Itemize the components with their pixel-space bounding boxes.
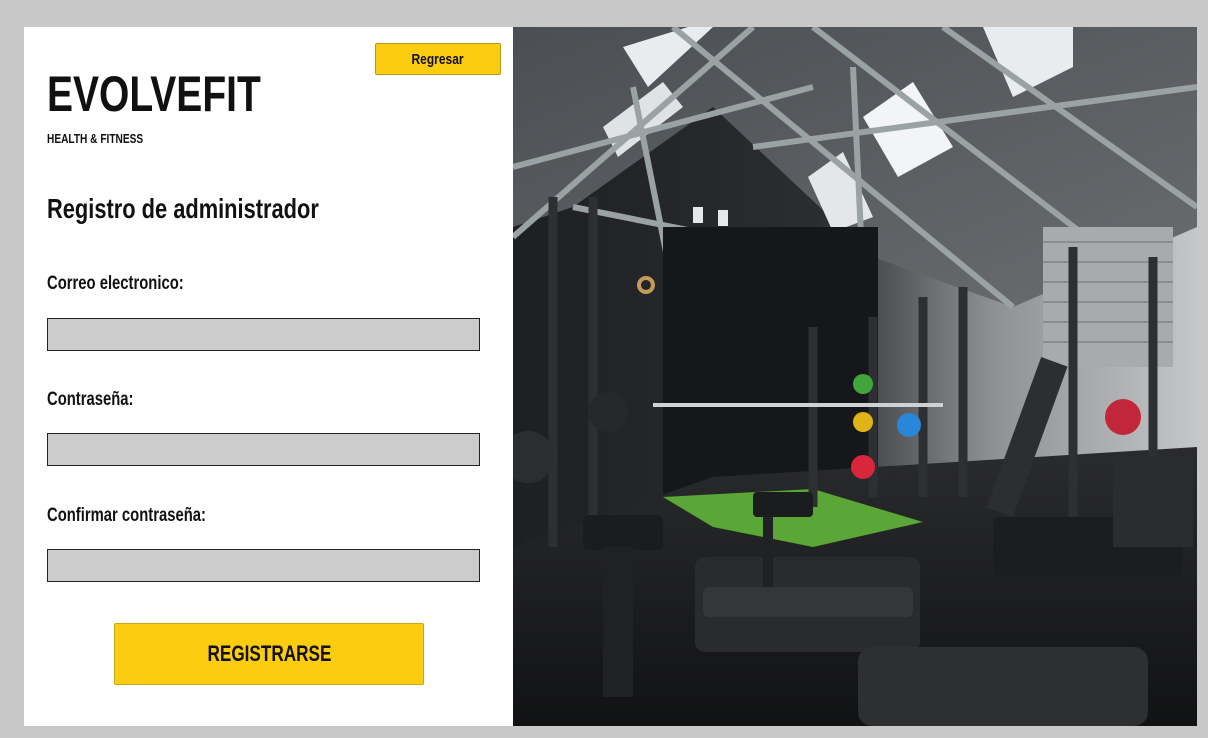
register-button-label: REGISTRARSE xyxy=(207,641,331,666)
brand-logo-text: EVOLVEFIT xyxy=(47,66,261,122)
password-field[interactable] xyxy=(47,433,480,466)
email-field[interactable] xyxy=(47,318,480,351)
register-button[interactable]: REGISTRARSE xyxy=(114,623,424,685)
password-label: Contraseña: xyxy=(47,389,134,410)
page-title: Registro de administrador xyxy=(47,193,319,224)
confirm-password-label: Confirmar contraseña: xyxy=(47,505,206,526)
registration-card: Regresar EVOLVEFIT HEALTH & FITNESS Regi… xyxy=(24,27,1197,726)
confirm-password-field[interactable] xyxy=(47,549,480,582)
registration-panel: Regresar EVOLVEFIT HEALTH & FITNESS Regi… xyxy=(24,27,513,726)
back-button[interactable]: Regresar xyxy=(375,43,501,75)
brand-tagline: HEALTH & FITNESS xyxy=(47,131,144,146)
email-label: Correo electronico: xyxy=(47,273,184,294)
gym-interior-illustration xyxy=(513,27,1197,726)
back-button-label: Regresar xyxy=(411,50,465,68)
gym-photo xyxy=(513,27,1197,726)
